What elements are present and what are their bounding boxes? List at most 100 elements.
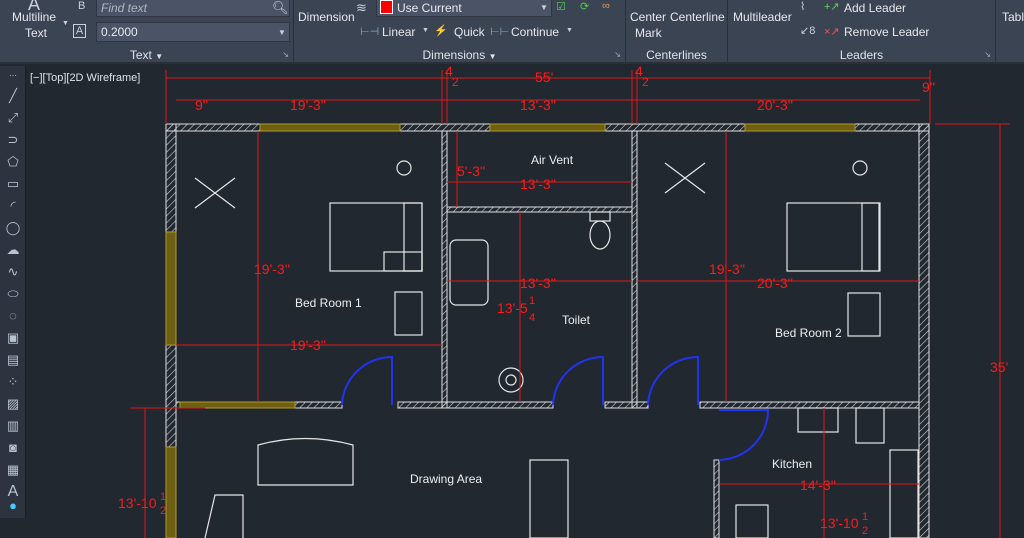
align-leader-icon[interactable]: ⌇ bbox=[800, 0, 805, 13]
dim-label: 1 bbox=[529, 295, 535, 307]
dim-label: 13'-3'' bbox=[520, 97, 556, 113]
construction-line-icon[interactable]: ⤢ bbox=[3, 108, 23, 128]
add-leader-button[interactable]: Add Leader bbox=[844, 1, 906, 15]
grip-icon[interactable]: ⋯ bbox=[3, 66, 23, 86]
multileader-button[interactable]: Multileader bbox=[733, 10, 792, 24]
centerlines-panel-title: Centerlines bbox=[646, 48, 707, 62]
dim-label: 9'' bbox=[195, 97, 208, 113]
center-mark-label: Mark bbox=[635, 26, 662, 40]
ellipse-icon[interactable]: ⬭ bbox=[3, 284, 23, 304]
dim-label: 2 bbox=[642, 75, 649, 89]
text-panel-title[interactable]: Text ▼ bbox=[0, 48, 293, 64]
panel-expand-icon[interactable]: ↘ bbox=[984, 50, 991, 59]
drawing-canvas[interactable]: 9'' 19'-3'' 4 2 55' 13'-3'' 4 2 20'-3'' … bbox=[28, 66, 1024, 538]
dim-label: 2 bbox=[862, 525, 868, 537]
dim-label: 14'-3'' bbox=[800, 477, 836, 493]
insert-block-icon[interactable]: ▣ bbox=[3, 328, 23, 348]
continue-button[interactable]: Continue bbox=[511, 25, 559, 39]
arc-icon[interactable]: ◜ bbox=[3, 196, 23, 216]
check-dim-icon[interactable]: ☑ bbox=[556, 0, 566, 13]
dim-label: 13'-10 bbox=[118, 495, 157, 511]
quick-dim-icon: ⚡ bbox=[434, 25, 448, 37]
text-panel: A Multiline Text ▼ B Find text 🔍︎ A 0.20… bbox=[0, 0, 294, 64]
room-label: Bed Room 2 bbox=[775, 326, 842, 340]
dim-label: 5'-3'' bbox=[457, 163, 485, 179]
room-label: Drawing Area bbox=[410, 472, 482, 486]
room-label: Air Vent bbox=[531, 153, 574, 167]
centerlines-panel: Center Mark Centerline Centerlines bbox=[626, 0, 728, 64]
center-mark-button[interactable]: Center bbox=[630, 10, 666, 24]
dim-label: 19'-3'' bbox=[709, 261, 745, 277]
dimension-lines bbox=[130, 70, 1010, 538]
line-icon[interactable]: ╱ bbox=[3, 86, 23, 106]
find-text-input[interactable]: Find text bbox=[96, 0, 290, 17]
table-button[interactable]: Tabl bbox=[1002, 10, 1024, 24]
chevron-down-icon[interactable]: ▼ bbox=[62, 20, 69, 27]
viewport-controls[interactable]: [−][Top][2D Wireframe] bbox=[30, 72, 140, 84]
search-icon[interactable]: 🔍︎ bbox=[272, 0, 289, 16]
revision-cloud-icon[interactable]: ☁ bbox=[3, 240, 23, 260]
dim-label: 55' bbox=[535, 69, 553, 85]
add-leader-icon: +↗ bbox=[824, 1, 840, 13]
dimensions-panel-title[interactable]: Dimensions ▼ bbox=[294, 48, 625, 64]
room-label: Kitchen bbox=[772, 457, 812, 471]
panel-expand-icon[interactable]: ↘ bbox=[282, 50, 289, 59]
panel-expand-icon[interactable]: ↘ bbox=[614, 50, 621, 59]
point-icon[interactable]: ⁘ bbox=[3, 372, 23, 392]
chevron-down-icon[interactable]: ▼ bbox=[566, 27, 573, 34]
dim-layer-value: Use Current bbox=[397, 1, 462, 15]
polyline-icon[interactable]: ⊃ bbox=[3, 130, 23, 150]
linear-button[interactable]: Linear bbox=[382, 25, 415, 39]
polygon-icon[interactable]: ⬠ bbox=[3, 152, 23, 172]
update-dim-icon[interactable]: ⟳ bbox=[580, 0, 589, 13]
find-replace-icon[interactable]: B bbox=[78, 0, 85, 12]
remove-leader-button[interactable]: Remove Leader bbox=[844, 25, 929, 39]
gradient-icon[interactable]: ▥ bbox=[3, 416, 23, 436]
quick-button[interactable]: Quick bbox=[454, 25, 485, 39]
spline-icon[interactable]: ∿ bbox=[3, 262, 23, 282]
region-icon[interactable]: ◙ bbox=[3, 438, 23, 458]
collect-leader-icon[interactable]: ↙8 bbox=[800, 24, 815, 37]
draw-toolbar: ⋯ ╱ ⤢ ⊃ ⬠ ▭ ◜ ◯ ☁ ∿ ⬭ ◌ ▣ ▤ ⁘ ▨ ▥ ◙ ▦ A … bbox=[0, 66, 26, 518]
hatch-icon[interactable]: ▨ bbox=[3, 394, 23, 414]
linear-icon: ⊢⊣ bbox=[360, 26, 380, 38]
layer-color-swatch bbox=[380, 0, 393, 14]
circle-icon[interactable]: ◯ bbox=[3, 218, 23, 238]
dim-label: 19'-3'' bbox=[254, 261, 290, 277]
room-label: Bed Room 1 bbox=[295, 296, 362, 310]
rectangle-icon[interactable]: ▭ bbox=[3, 174, 23, 194]
continue-icon: ⊢⊢ bbox=[490, 26, 510, 38]
chevron-down-icon[interactable]: ▼ bbox=[540, 3, 548, 12]
multiline-text-label: Text bbox=[25, 26, 48, 40]
centerline-button[interactable]: Centerline bbox=[670, 10, 725, 24]
dim-label: 13'-10 bbox=[820, 515, 859, 531]
room-label: Toilet bbox=[562, 313, 591, 327]
multiline-text-button[interactable]: Multiline bbox=[12, 10, 56, 24]
dimension-labels: 9'' 19'-3'' 4 2 55' 13'-3'' 4 2 20'-3'' … bbox=[118, 66, 1008, 537]
leaders-panel-title: Leaders bbox=[839, 48, 884, 62]
chevron-down-icon[interactable]: ▼ bbox=[422, 27, 429, 34]
dim-layer-select[interactable]: Use Current bbox=[376, 0, 552, 17]
dim-label: 9'' bbox=[922, 79, 935, 95]
dimensions-panel: Dimension ≋ Use Current ▼ ☑ ⟳ ∞ ⊢⊣ Linea… bbox=[294, 0, 626, 64]
ellipse-arc-icon[interactable]: ◌ bbox=[3, 306, 23, 326]
text-height-select[interactable]: 0.2000 bbox=[96, 22, 290, 42]
break-dim-icon[interactable]: ∞ bbox=[602, 0, 610, 12]
dim-label: 20'-3'' bbox=[757, 97, 793, 113]
dim-label: 19'-3'' bbox=[290, 97, 326, 113]
chevron-down-icon[interactable]: ▼ bbox=[278, 28, 286, 37]
dim-label: 2 bbox=[160, 505, 166, 517]
table-icon[interactable]: ▦ bbox=[3, 460, 23, 480]
dim-label: 1 bbox=[160, 491, 166, 503]
dim-label: 2 bbox=[452, 75, 459, 89]
dim-label: 13'-3'' bbox=[520, 176, 556, 192]
dimension-button[interactable]: Dimension bbox=[298, 10, 355, 24]
make-block-icon[interactable]: ▤ bbox=[3, 350, 23, 370]
dim-label: 20'-3'' bbox=[757, 275, 793, 291]
dim-label: 1 bbox=[862, 511, 868, 523]
text-height-icon: A bbox=[73, 24, 86, 38]
remove-leader-icon: ×↗ bbox=[824, 26, 840, 38]
layers-icon: ≋ bbox=[356, 0, 367, 15]
add-selected-icon[interactable]: ● bbox=[3, 496, 23, 516]
leaders-panel: Multileader ⌇ ↙8 +↗ Add Leader ×↗ Remove… bbox=[728, 0, 996, 64]
